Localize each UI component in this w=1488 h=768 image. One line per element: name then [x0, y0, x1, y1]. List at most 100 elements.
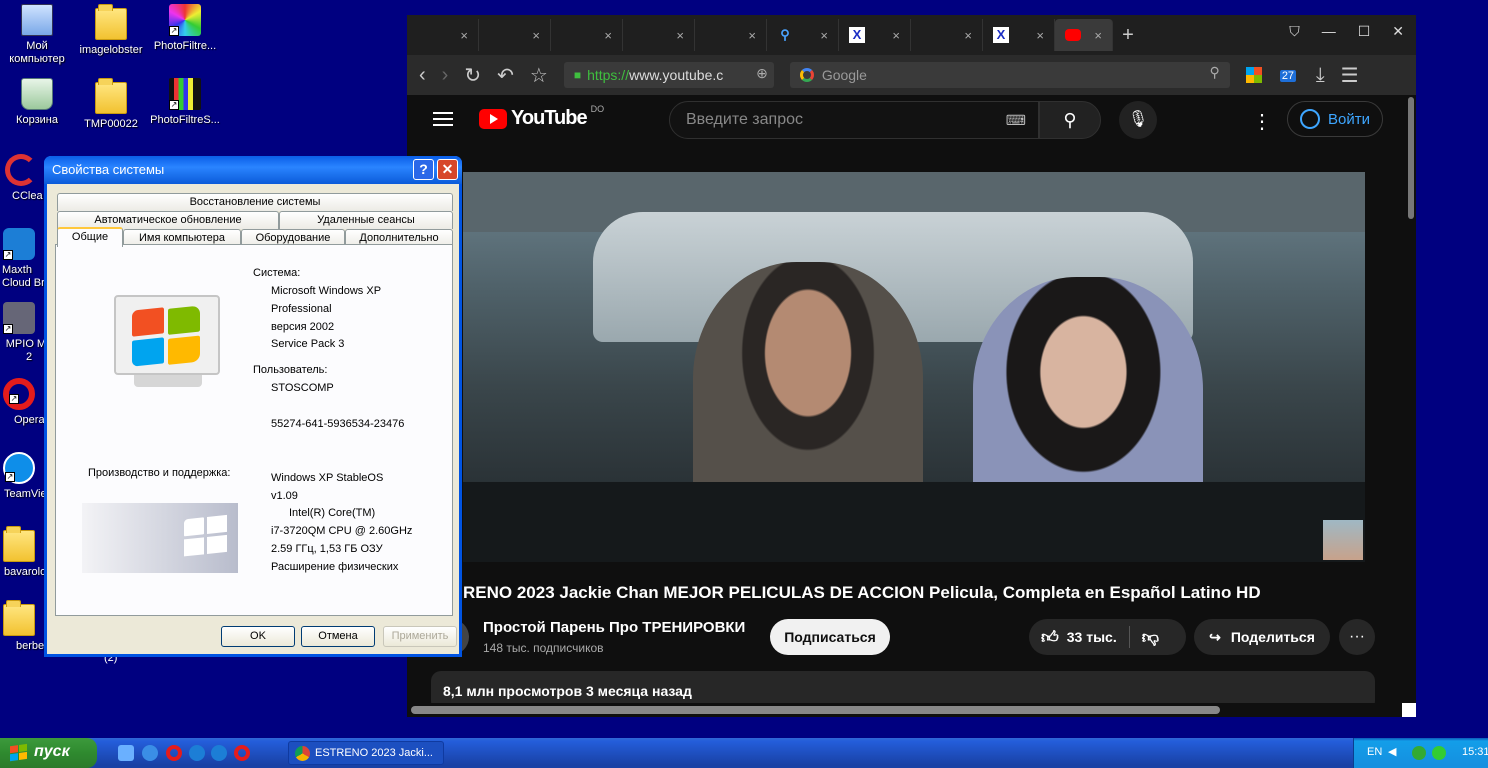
taskbar-item-browser[interactable]: ESTRENO 2023 Jacki... [288, 741, 444, 765]
opera-icon[interactable] [166, 745, 182, 761]
browser-tab-active[interactable]: × [1055, 19, 1113, 51]
notifications-icon[interactable]: 27 [1278, 64, 1300, 86]
add-icon[interactable]: ⊕ [756, 65, 768, 82]
subscribe-button[interactable]: Подписаться [770, 619, 890, 655]
browser-tab[interactable]: × [479, 19, 551, 51]
horizontal-scrollbar[interactable] [407, 703, 1416, 717]
tab-close-icon[interactable]: × [604, 28, 612, 43]
support-line: Расширение физических [271, 561, 399, 573]
browser-tab[interactable]: X × [839, 19, 911, 51]
more-actions-button[interactable]: ··· [1339, 619, 1375, 655]
forward-icon[interactable]: › [442, 64, 449, 87]
system-line: Professional [271, 303, 332, 315]
tab-general[interactable]: Общие [57, 227, 123, 247]
browser-tab[interactable]: × [911, 19, 983, 51]
browser-tab[interactable]: × [407, 19, 479, 51]
tab-system-restore[interactable]: Восстановление системы [57, 193, 453, 211]
channel-subscribers: 148 тыс. подписчиков [483, 641, 604, 655]
scrollbar-thumb[interactable] [1408, 97, 1414, 219]
opera-icon[interactable] [234, 745, 250, 761]
browser-tab[interactable]: ⚲ × [767, 19, 839, 51]
microphone-button[interactable]: 🎙 [1119, 101, 1157, 139]
menu-icon[interactable]: ☰ [1341, 63, 1359, 88]
scrollbar-thumb[interactable] [411, 706, 1220, 714]
desktop-icon-tmp00022[interactable]: TMP00022 [74, 78, 148, 131]
arrows-icon[interactable] [1412, 746, 1426, 760]
x-icon: X [993, 27, 1009, 43]
more-vert-icon[interactable]: ⋮ [1252, 109, 1272, 134]
hamburger-icon[interactable] [433, 112, 453, 126]
maxthon-icon[interactable] [189, 745, 205, 761]
language-indicator[interactable]: EN [1367, 746, 1382, 758]
thumbs-down-icon[interactable]: 👎︎ [1142, 627, 1159, 648]
start-button[interactable]: пуск [0, 738, 97, 768]
youtube-search-button[interactable]: ⚲ [1039, 101, 1101, 139]
desktop-icon-photofiltre-studio[interactable]: ↗ PhotoFiltreS... [148, 78, 222, 127]
address-bar[interactable]: ■ https://www.youtube.c ⊕ [563, 62, 774, 88]
desktop-icon-imagelobster[interactable]: imagelobster [74, 4, 148, 57]
close-icon[interactable]: ✕ [437, 159, 458, 180]
desktop-icon-my-computer[interactable]: Мой компьютер [0, 4, 74, 66]
tab-close-icon[interactable]: × [1094, 28, 1102, 43]
star-icon[interactable]: ☆ [530, 63, 548, 88]
volume-icon[interactable]: ◀ [1388, 745, 1396, 758]
apps-icon[interactable] [1245, 67, 1262, 83]
sign-in-button[interactable]: Войти [1287, 101, 1383, 137]
tab-close-icon[interactable]: × [676, 28, 684, 43]
recycle-bin-icon [21, 78, 53, 110]
channel-watermark[interactable] [1323, 520, 1363, 560]
tab-close-icon[interactable]: × [460, 28, 468, 43]
search-icon[interactable]: ⚲ [1210, 64, 1220, 81]
tab-close-icon[interactable]: × [1036, 28, 1044, 43]
youtube-logo[interactable]: YouTube DO [479, 104, 604, 130]
tab-remote[interactable]: Удаленные сеансы [279, 211, 453, 229]
maximize-icon[interactable]: ☐ [1358, 23, 1371, 40]
new-tab-button[interactable]: + [1113, 24, 1143, 47]
ok-button[interactable]: OK [221, 626, 295, 647]
internet-explorer-icon[interactable] [142, 745, 158, 761]
desktop-icon-recycle-bin[interactable]: Корзина [0, 78, 74, 127]
browser-tab[interactable]: X × [983, 19, 1055, 51]
download-icon[interactable]: ⤓ [1316, 64, 1325, 87]
browser-tab[interactable]: × [551, 19, 623, 51]
minimize-icon[interactable]: — [1322, 23, 1336, 40]
notification-badge: 27 [1279, 70, 1297, 82]
cancel-button[interactable]: Отмена [301, 626, 375, 647]
reload-icon[interactable]: ↻ [464, 63, 481, 88]
tab-close-icon[interactable]: × [964, 28, 972, 43]
help-icon[interactable]: ? [413, 159, 434, 180]
video-player[interactable] [463, 172, 1365, 562]
close-icon[interactable]: ✕ [1392, 23, 1404, 40]
monitor-base [134, 375, 202, 387]
undo-icon[interactable]: ↶ [497, 63, 514, 88]
dialog-titlebar[interactable]: Свойства системы ? ✕ [44, 156, 462, 184]
navigation-bar: ‹ › ↻ ↶ ☆ ■ https://www.youtube.c ⊕ Goog… [407, 55, 1416, 95]
browser-tab[interactable]: × [623, 19, 695, 51]
search-icon: ⚲ [1063, 110, 1077, 130]
desktop-icon-photofiltre[interactable]: ↗ PhotoFiltre... [148, 4, 222, 53]
search-input[interactable]: Google ⚲ [789, 62, 1230, 88]
tab-close-icon[interactable]: × [532, 28, 540, 43]
browser-tab[interactable]: × [695, 19, 767, 51]
back-icon[interactable]: ‹ [419, 64, 426, 87]
views-and-date: 8,1 млн просмотров 3 месяца назад [443, 683, 692, 699]
network-icon[interactable] [1432, 746, 1446, 760]
support-line: i7-3720QM CPU @ 2.60GHz [271, 525, 413, 537]
url-scheme: https:// [587, 67, 630, 83]
like-button[interactable]: 👍︎ 33 тыс. [1029, 627, 1117, 648]
maxthon-icon[interactable] [211, 745, 227, 761]
tab-close-icon[interactable]: × [820, 28, 828, 43]
keyboard-icon[interactable]: ⌨ [1006, 102, 1026, 138]
apply-button[interactable]: Применить [383, 626, 457, 647]
tab-close-icon[interactable]: × [748, 28, 756, 43]
windows-flag-icon [10, 743, 28, 763]
channel-name[interactable]: Простой Парень Про ТРЕНИРОВКИ [483, 619, 745, 636]
google-icon [799, 68, 814, 82]
vertical-scrollbar[interactable] [1406, 97, 1414, 697]
show-desktop-icon[interactable] [118, 745, 134, 761]
share-button[interactable]: ↪ Поделиться [1194, 619, 1330, 655]
shirt-icon[interactable]: ⛉ [1289, 23, 1300, 40]
tab-close-icon[interactable]: × [892, 28, 900, 43]
youtube-search-input[interactable]: Введите запрос ⌨ [669, 101, 1039, 139]
ccleaner-icon [5, 154, 37, 186]
